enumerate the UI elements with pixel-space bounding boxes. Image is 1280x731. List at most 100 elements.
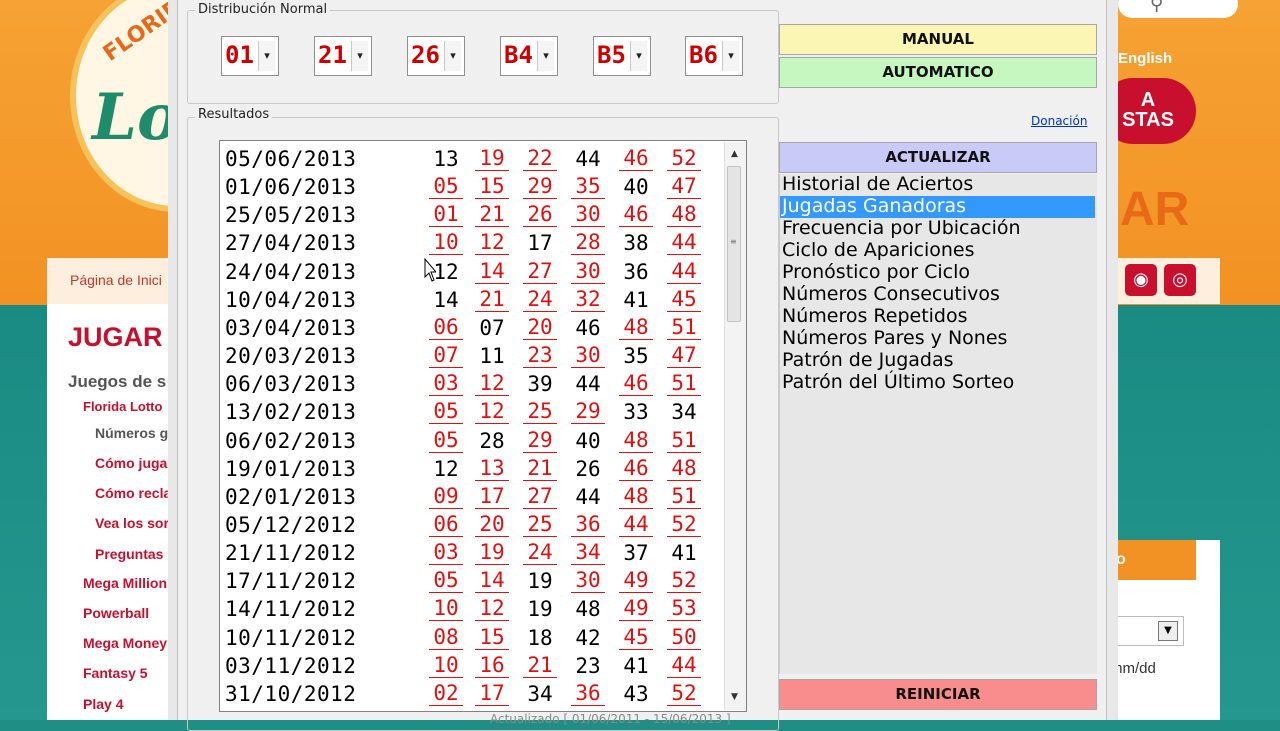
result-row[interactable]: 19/01/2013 12 13 21 26 46 48: [220, 455, 730, 483]
result-number: 41: [623, 653, 649, 678]
sidebar-link[interactable]: Vea los sor: [95, 515, 169, 531]
number-combo-5[interactable]: B5 ▾: [593, 36, 651, 76]
result-number-hit: 34: [571, 541, 605, 566]
actualizar-button[interactable]: ACTUALIZAR: [779, 142, 1097, 173]
result-number-hit: 30: [571, 344, 605, 369]
result-row[interactable]: 06/02/2013 05 28 29 40 48 51: [220, 427, 730, 455]
result-number-hit: 25: [523, 400, 557, 425]
automatico-button[interactable]: AUTOMATICO: [779, 57, 1097, 88]
search-icon[interactable]: ⚲: [1150, 0, 1168, 15]
result-row[interactable]: 31/10/2012 02 17 34 36 43 52: [220, 680, 730, 708]
result-row[interactable]: 17/11/2012 05 14 19 30 49 52: [220, 567, 730, 595]
result-row[interactable]: 03/04/2013 06 07 20 46 48 51: [220, 314, 730, 342]
result-row[interactable]: 05/06/2013 13 19 22 44 46 52: [220, 145, 730, 173]
result-row[interactable]: 13/02/2013 05 12 25 29 33 34: [220, 398, 730, 426]
scroll-down-icon[interactable]: ▼: [728, 690, 741, 704]
nav-home-link[interactable]: Página de Inici: [70, 272, 162, 288]
number-combo-6[interactable]: B6 ▾: [685, 36, 743, 76]
result-date: 19/01/2013: [225, 456, 357, 481]
result-row[interactable]: 03/11/2012 10 16 21 23 41 44: [220, 652, 730, 680]
sidebar-link[interactable]: Fantasy 5: [83, 665, 148, 681]
result-number-hit: 05: [429, 175, 463, 200]
donacion-link[interactable]: Donación: [1031, 114, 1087, 128]
result-number-hit: 29: [571, 400, 605, 425]
sidebar-link[interactable]: Cómo juga: [95, 455, 167, 471]
result-number-hit: 23: [523, 344, 557, 369]
result-row[interactable]: 10/04/2013 14 21 24 32 41 45: [220, 286, 730, 314]
sidebar-link[interactable]: Mega Money: [83, 635, 167, 651]
chevron-down-icon[interactable]: ▾: [630, 41, 647, 71]
result-number-hit: 15: [475, 175, 509, 200]
distribution-group-title: Distribución Normal: [195, 2, 331, 17]
sidebar-link[interactable]: Mega Million: [83, 575, 167, 591]
result-date: 25/05/2013: [225, 203, 357, 228]
sidebar-link[interactable]: Play 4: [83, 696, 123, 712]
menu-item-pares-nones[interactable]: Números Pares y Nones: [780, 328, 1095, 350]
english-link[interactable]: English: [1118, 50, 1172, 67]
result-number-hit: 12: [475, 231, 509, 256]
chevron-down-icon[interactable]: ▾: [537, 41, 554, 71]
website-search-input[interactable]: [1118, 0, 1238, 18]
sidebar-link[interactable]: Cómo recla: [95, 485, 171, 501]
result-date: 02/01/2013: [225, 484, 357, 509]
result-row[interactable]: 01/06/2013 05 15 29 35 40 47: [220, 173, 730, 201]
menu-item-ciclo[interactable]: Ciclo de Apariciones: [780, 240, 1095, 262]
results-listbox[interactable]: 05/06/2013 13 19 22 44 46 52 01/06/2013 05 15 29 35…: [219, 140, 747, 712]
number-combo-1[interactable]: 01 ▾: [221, 36, 279, 76]
result-number: 43: [623, 681, 649, 706]
manual-button[interactable]: MANUAL: [779, 24, 1097, 55]
result-row[interactable]: 20/03/2013 07 11 23 30 35 47: [220, 342, 730, 370]
result-number: 48: [575, 597, 601, 622]
result-row[interactable]: 10/11/2012 08 15 18 42 45 50: [220, 624, 730, 652]
result-row[interactable]: 25/05/2013 01 21 26 30 46 48: [220, 201, 730, 229]
sidebar-link[interactable]: Preguntas: [95, 546, 163, 562]
result-row[interactable]: 05/12/2012 06 20 25 36 44 52: [220, 511, 730, 539]
menu-item-consecutivos[interactable]: Números Consecutivos: [780, 284, 1095, 306]
result-number-hit: 14: [475, 259, 509, 284]
number-combo-2[interactable]: 21 ▾: [314, 36, 372, 76]
reiniciar-button[interactable]: REINICIAR: [779, 679, 1097, 710]
result-number-hit: 02: [429, 681, 463, 706]
menu-item-repetidos[interactable]: Números Repetidos: [780, 306, 1095, 328]
result-number-hit: 20: [523, 315, 557, 340]
result-number-hit: 53: [667, 597, 701, 622]
result-number-hit: 01: [429, 203, 463, 228]
menu-item-patron-jugadas[interactable]: Patrón de Jugadas: [780, 350, 1095, 372]
podcast-icon[interactable]: ◎: [1164, 264, 1196, 296]
menu-item-historial[interactable]: Historial de Aciertos: [780, 174, 1095, 196]
rss-icon[interactable]: ◉: [1125, 264, 1157, 296]
result-number-hit: 44: [619, 512, 653, 537]
number-combo-4[interactable]: B4 ▾: [500, 36, 558, 76]
result-number-hit: 47: [667, 344, 701, 369]
menu-item-pronostico[interactable]: Pronóstico por Ciclo: [780, 262, 1095, 284]
result-row[interactable]: 21/11/2012 03 19 24 34 37 41: [220, 539, 730, 567]
sidebar-link[interactable]: Florida Lotto: [83, 399, 162, 414]
window-frame-left: [168, 0, 178, 720]
result-number-hit: 03: [429, 372, 463, 397]
chevron-down-icon[interactable]: ▾: [351, 41, 368, 71]
result-row[interactable]: 06/03/2013 03 12 39 44 46 51: [220, 370, 730, 398]
chevron-down-icon[interactable]: ▾: [444, 41, 461, 71]
result-number-hit: 21: [475, 203, 509, 228]
result-number-hit: 27: [523, 259, 557, 284]
result-number-hit: 20: [475, 512, 509, 537]
number-combo-3[interactable]: 26 ▾: [407, 36, 465, 76]
result-date: 05/12/2012: [225, 512, 357, 537]
result-row[interactable]: 24/04/2013 12 14 27 30 36 44: [220, 258, 730, 286]
result-number-hit: 05: [429, 569, 463, 594]
menu-item-jugadas-ganadoras[interactable]: Jugadas Ganadoras: [780, 196, 1095, 218]
sidebar-link[interactable]: Powerball: [83, 605, 149, 621]
scroll-up-icon[interactable]: ▲: [728, 147, 741, 161]
result-row[interactable]: 27/04/2013 10 12 17 28 38 44: [220, 229, 730, 257]
chevron-down-icon[interactable]: ▼: [1158, 621, 1178, 641]
chevron-down-icon[interactable]: ▾: [722, 41, 739, 71]
result-number-hit: 48: [667, 203, 701, 228]
sidebar-link[interactable]: Números g: [95, 425, 168, 441]
result-number-hit: 15: [475, 625, 509, 650]
chevron-down-icon[interactable]: ▾: [258, 41, 275, 71]
result-row[interactable]: 14/11/2012 10 12 19 48 49 53: [220, 595, 730, 623]
menu-item-patron-ultimo[interactable]: Patrón del Último Sorteo: [780, 372, 1095, 394]
result-number-hit: 30: [571, 259, 605, 284]
result-row[interactable]: 02/01/2013 09 17 27 44 48 51: [220, 483, 730, 511]
menu-item-frecuencia[interactable]: Frecuencia por Ubicación: [780, 218, 1095, 240]
